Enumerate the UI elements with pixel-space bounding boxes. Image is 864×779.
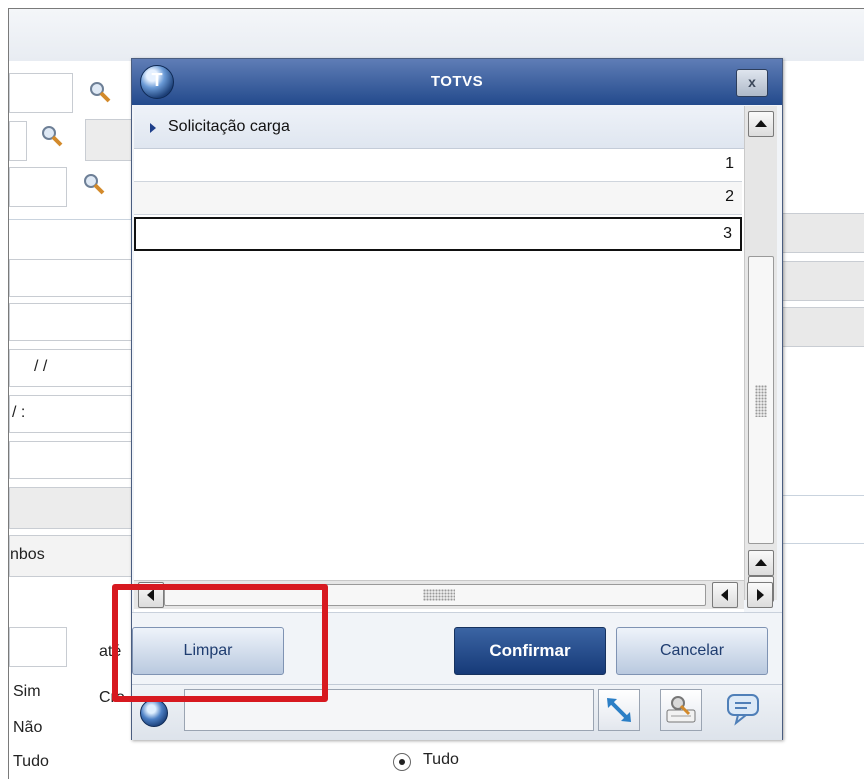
option-sim[interactable]: Sim	[13, 683, 41, 701]
background-field-right	[781, 261, 864, 301]
scroll-up-button[interactable]	[748, 550, 774, 576]
resize-button[interactable]	[598, 689, 640, 731]
search-icon[interactable]	[89, 81, 111, 103]
list-item[interactable]: 2	[134, 182, 742, 215]
list-item[interactable]: 1	[134, 149, 742, 182]
dialog-title: TOTVS	[430, 73, 484, 90]
radio-tudo-label: Tudo	[423, 751, 459, 768]
background-time-field[interactable]: / :	[9, 395, 135, 433]
grip-icon	[423, 589, 455, 601]
list-header[interactable]: Solicitação carga	[134, 106, 744, 149]
separator	[781, 543, 864, 544]
separator	[781, 495, 864, 496]
search-icon[interactable]	[41, 125, 63, 147]
close-button[interactable]: x	[736, 69, 768, 97]
background-input[interactable]	[9, 303, 135, 341]
dialog-titlebar: T TOTVS x	[132, 59, 782, 105]
separator	[9, 219, 133, 220]
arrow-up-icon	[755, 120, 767, 127]
confirm-button[interactable]: Confirmar	[454, 627, 606, 675]
background-input[interactable]	[9, 259, 135, 297]
grip-icon	[755, 385, 767, 417]
background-input[interactable]	[9, 441, 135, 479]
time-placeholder: / :	[12, 404, 26, 421]
vertical-scrollbar[interactable]	[744, 106, 777, 602]
arrow-right-icon	[757, 589, 764, 601]
option-tudo[interactable]: Tudo	[13, 753, 49, 771]
background-button-label: nbos	[10, 546, 45, 563]
background-button[interactable]: nbos	[9, 535, 135, 577]
background-field-right	[781, 307, 864, 347]
resize-icon	[607, 698, 631, 722]
radio-tudo[interactable]	[393, 753, 411, 771]
chat-button[interactable]	[724, 689, 764, 729]
scroll-right-button[interactable]	[747, 582, 773, 608]
background-input[interactable]	[9, 121, 27, 161]
date-placeholder: / /	[34, 358, 48, 375]
scroll-left-button[interactable]	[712, 582, 738, 608]
background-input[interactable]	[9, 73, 73, 113]
background-button[interactable]	[9, 487, 135, 529]
list-item-value: 3	[723, 225, 732, 242]
arrow-up-icon	[755, 559, 767, 566]
background-date-field[interactable]: / /	[9, 349, 135, 387]
settings-button[interactable]	[660, 689, 702, 731]
vertical-scroll-thumb[interactable]	[748, 256, 774, 544]
chat-icon	[727, 694, 759, 726]
list-item-value: 1	[725, 155, 734, 172]
scroll-up-button[interactable]	[748, 111, 774, 137]
list-item-value: 2	[725, 188, 734, 205]
background-header	[9, 9, 864, 61]
totvs-logo-icon	[140, 699, 168, 727]
background-field-right	[781, 213, 864, 253]
arrow-left-icon	[721, 589, 728, 601]
search-icon[interactable]	[83, 173, 105, 195]
background-input[interactable]	[9, 167, 67, 207]
background-input[interactable]	[9, 627, 67, 667]
highlight-annotation	[112, 584, 328, 702]
option-nao[interactable]: Não	[13, 719, 42, 737]
settings-icon	[666, 696, 696, 723]
list-item-selected[interactable]: 3	[134, 217, 742, 251]
list-header-label: Solicitação carga	[168, 118, 290, 135]
background-readonly-field	[85, 119, 135, 161]
cancel-button[interactable]: Cancelar	[616, 627, 768, 675]
selection-list: Solicitação carga 1 2 3	[134, 106, 744, 636]
expand-arrow-icon	[150, 123, 156, 133]
